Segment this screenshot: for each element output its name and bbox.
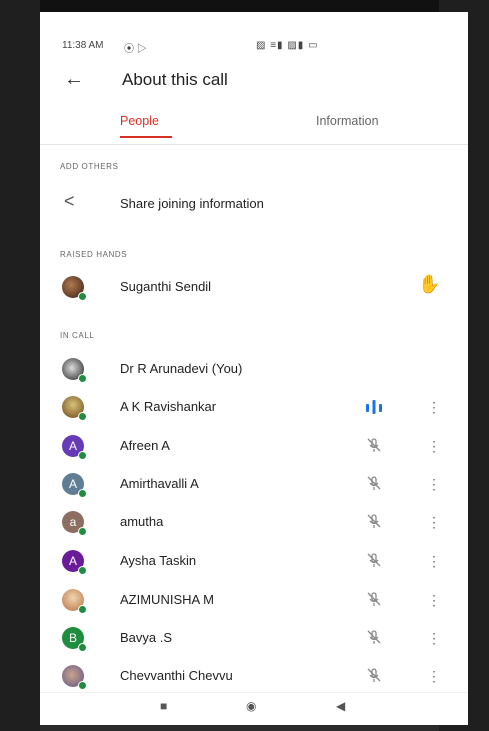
device-top-edge [0,0,489,12]
phone-screen: 11:38 AM ⦿ ▷ ▨ ≡▮ ▨▮ ▭ ← About this call… [40,12,468,725]
online-indicator [78,374,87,383]
mic-off-icon[interactable] [366,591,382,607]
participant-row[interactable]: B Bavya .S ⋮ [40,627,468,667]
online-indicator [78,643,87,652]
notification-icons: ⦿ ▷ [124,44,147,55]
tab-bar: People Information [40,110,468,145]
participant-name: amutha [120,514,164,529]
raised-hand-row[interactable]: Suganthi Sendil ✋ [40,274,468,316]
more-options-icon[interactable]: ⋮ [427,399,441,416]
participant-name: Chevvanthi Chevvu [120,668,233,683]
participant-row[interactable]: Dr R Arunadevi (You) [40,358,468,398]
avatar [62,589,87,614]
mic-off-icon[interactable] [366,437,382,453]
avatar [62,665,87,690]
mic-off-icon[interactable] [366,552,382,568]
status-bar: 11:38 AM ⦿ ▷ ▨ ≡▮ ▨▮ ▭ [40,12,468,55]
online-indicator [78,681,87,690]
more-options-icon[interactable]: ⋮ [427,438,441,455]
online-indicator [78,605,87,614]
avatar-initial: a [69,515,77,529]
avatar: A [62,550,87,575]
participant-row[interactable]: A K Ravishankar ⋮ [40,396,468,436]
mic-off-icon[interactable] [366,513,382,529]
back-arrow-icon[interactable]: ← [64,68,84,91]
signal-battery-icons: ▨ ≡▮ ▨▮ ▭ [256,40,319,51]
app-bar: ← About this call [40,64,468,104]
participant-name: Bavya .S [120,630,173,645]
tab-people-indicator [120,136,172,138]
participant-row[interactable]: A Aysha Taskin ⋮ [40,550,468,590]
more-options-icon[interactable]: ⋮ [427,668,441,685]
raised-hand-icon[interactable]: ✋ [418,274,440,295]
mic-off-icon[interactable] [366,667,382,683]
more-options-icon[interactable]: ⋮ [427,553,441,570]
avatar [62,276,87,301]
avatar-initial: A [68,439,77,453]
participant-name: AZIMUNISHA M [120,592,214,607]
avatar-initial: A [68,477,77,491]
mic-off-icon[interactable] [366,629,382,645]
more-options-icon[interactable]: ⋮ [427,514,441,531]
participant-row[interactable]: a amutha ⋮ [40,511,468,551]
back-icon[interactable]: ◀ [336,699,345,713]
page-title: About this call [122,70,228,89]
avatar [62,396,87,421]
home-icon[interactable]: ◉ [246,699,256,713]
raised-hand-name: Suganthi Sendil [120,279,212,294]
share-joining-info-label: Share joining information [120,196,264,211]
avatar: A [62,473,87,498]
participant-row[interactable]: A Amirthavalli A ⋮ [40,473,468,513]
online-indicator [78,451,87,460]
status-time: 11:38 AM [62,40,104,51]
mic-off-icon[interactable] [366,475,382,491]
online-indicator [78,566,87,575]
share-joining-info-row[interactable]: < Share joining information [40,191,468,233]
online-indicator [78,527,87,536]
avatar: a [62,511,87,536]
participant-name: A K Ravishankar [120,399,217,414]
participant-name: Amirthavalli A [120,476,199,491]
avatar [62,358,87,383]
section-in-call: IN CALL [60,331,95,340]
avatar: B [62,627,87,652]
tab-information[interactable]: Information [316,114,379,128]
participant-row[interactable]: AZIMUNISHA M ⋮ [40,589,468,629]
system-nav-bar: ■ ◉ ◀ [40,692,468,725]
device-left-edge [0,0,40,731]
section-add-others: ADD OTHERS [60,162,119,171]
tab-people[interactable]: People [120,114,159,128]
online-indicator [78,489,87,498]
avatar-initial: A [68,554,77,568]
participant-name: Aysha Taskin [120,553,197,568]
section-raised-hands: RAISED HANDS [60,250,128,259]
avatar-initial: B [68,631,77,645]
share-icon: < [64,191,75,211]
online-indicator [78,412,87,421]
more-options-icon[interactable]: ⋮ [427,476,441,493]
more-options-icon[interactable]: ⋮ [427,630,441,647]
online-indicator [78,292,87,301]
more-options-icon[interactable]: ⋮ [427,592,441,609]
recents-icon[interactable]: ■ [160,699,167,713]
participant-row[interactable]: A Afreen A ⋮ [40,435,468,475]
avatar: A [62,435,87,460]
participant-name: Afreen A [120,438,170,453]
participant-name: Dr R Arunadevi (You) [120,361,243,376]
speaking-indicator-icon [366,400,382,414]
